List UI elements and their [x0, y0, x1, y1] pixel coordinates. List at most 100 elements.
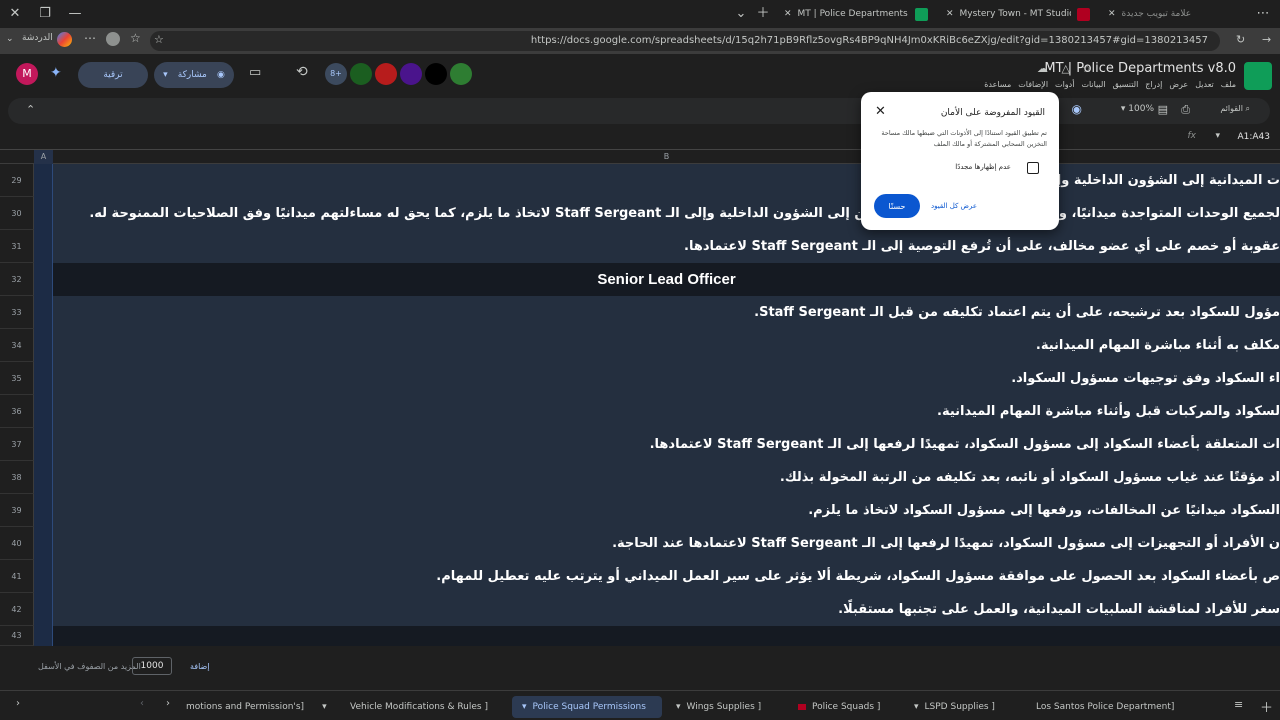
sheet-tab-police-squads[interactable]: Police Squads ] — [788, 696, 900, 718]
omnibox[interactable]: ☆ https://docs.google.com/spreadsheets/d… — [150, 31, 1220, 51]
cell-a[interactable] — [34, 263, 53, 296]
row-number[interactable]: 41 — [0, 560, 34, 593]
sheet-tab-police-squad-permissions[interactable]: ▾ Police Squad Permissions — [512, 696, 662, 718]
cell-b[interactable]: لسكواد والمركبات قبل وأثناء مباشرة المها… — [53, 395, 1280, 428]
view-mode-icon[interactable]: ◉ — [1072, 102, 1082, 116]
row-number[interactable]: 40 — [0, 527, 34, 560]
row-number[interactable]: 30 — [0, 197, 34, 230]
cell-a[interactable] — [34, 329, 53, 362]
row-number[interactable]: 33 — [0, 296, 34, 329]
browser-tab-mystery-town[interactable]: ✕ Mystery Town - MT Studios | MTRP — [938, 2, 1098, 26]
document-title[interactable]: MT | Police Departments v8.0 — [1044, 61, 1236, 76]
browser-menu-icon[interactable]: ⋯ — [1252, 4, 1274, 24]
close-tab-icon[interactable]: ✕ — [784, 9, 792, 19]
chat-label[interactable]: الدردشة — [22, 33, 53, 43]
cell-a[interactable] — [34, 428, 53, 461]
cell-b[interactable]: عقوبة أو خصم على أي عضو مخالف، على أن تُ… — [53, 230, 1280, 263]
profile-icon[interactable] — [106, 32, 120, 46]
row-number[interactable]: 29 — [0, 164, 34, 197]
column-header-a[interactable]: A — [34, 150, 53, 164]
row-number[interactable]: 43 — [0, 626, 34, 646]
cell-b[interactable]: ت الميدانية إلى الشؤون الداخلية وإلى الـ — [53, 164, 1280, 197]
chevron-down-icon[interactable]: ⌄ — [6, 34, 14, 44]
cell-b[interactable]: سغر للأفراد لمناقشة السلبيات الميدانية، … — [53, 593, 1280, 626]
cell-b[interactable]: ات المتعلقة بأعضاء السكواد إلى مسؤول الس… — [53, 428, 1280, 461]
add-sheet-icon[interactable]: ＋ — [1260, 697, 1273, 716]
bookmark-star-icon[interactable]: ☆ — [154, 33, 164, 46]
back-icon[interactable]: → — [1262, 33, 1271, 46]
ok-button[interactable]: حسنًا — [874, 194, 920, 218]
cloud-status-icon[interactable]: ☁ — [1037, 62, 1048, 75]
sheet-tab-permissions[interactable]: motions and Permission's] ▾ — [176, 696, 336, 718]
cell-b[interactable]: لجميع الوحدات المتواجدة ميدانيًا، والتحق… — [53, 197, 1280, 230]
menu-view[interactable]: عرض — [1169, 80, 1188, 89]
all-sheets-icon[interactable]: ≡ — [1234, 698, 1243, 711]
row-number[interactable]: 37 — [0, 428, 34, 461]
restore-window-icon[interactable]: ❐ — [34, 4, 56, 24]
scroll-tabs-next-icon[interactable]: › — [166, 698, 170, 709]
column-header-b[interactable]: B — [53, 150, 1280, 164]
cell-b[interactable]: ص بأعضاء السكواد بعد الحصول على موافقة م… — [53, 560, 1280, 593]
add-rows-button[interactable]: إضافة — [190, 662, 210, 671]
favorites-icon[interactable]: ☆ — [130, 31, 141, 45]
row-number[interactable]: 32 — [0, 263, 34, 296]
cell-b[interactable]: مكلف به أثناء مباشرة المهام الميدانية. — [53, 329, 1280, 362]
cell-a[interactable] — [34, 362, 53, 395]
cell-b[interactable]: ن الأفراد أو التجهيزات إلى مسؤول السكواد… — [53, 527, 1280, 560]
reload-icon[interactable]: ↻ — [1236, 33, 1245, 46]
cell-a[interactable] — [34, 560, 53, 593]
cell-a[interactable] — [34, 494, 53, 527]
add-rows-count-input[interactable]: 1000 — [132, 657, 172, 675]
zoom-select[interactable]: ▾ 100% — [1121, 104, 1154, 114]
print-icon[interactable]: ⎙ — [1181, 103, 1190, 117]
chevron-down-icon[interactable]: ▾ — [1215, 131, 1220, 141]
close-tab-icon[interactable]: ✕ — [946, 9, 954, 19]
close-icon[interactable]: ✕ — [875, 104, 886, 119]
cell-a[interactable] — [34, 527, 53, 560]
menu-insert[interactable]: إدراج — [1145, 80, 1162, 89]
collapse-toolbar-icon[interactable]: ⌃ — [26, 103, 35, 116]
close-tab-icon[interactable]: ✕ — [1108, 9, 1116, 19]
browser-tab-police-departments[interactable]: ✕ MT | Police Departments v8.0 - ات — [776, 2, 936, 26]
row-number[interactable]: 34 — [0, 329, 34, 362]
minimize-window-icon[interactable]: — — [64, 4, 86, 24]
scroll-tabs-right-icon[interactable]: › — [16, 698, 20, 709]
sheets-logo-icon[interactable] — [1244, 62, 1272, 90]
cell-a[interactable] — [34, 395, 53, 428]
cell-b[interactable]: اد مؤقتًا عند غياب مسؤول السكواد أو نائب… — [53, 461, 1280, 494]
account-avatar[interactable]: M — [16, 63, 38, 85]
close-window-icon[interactable]: ✕ — [4, 4, 26, 24]
cell-a[interactable] — [34, 197, 53, 230]
tab-search-icon[interactable]: ⌄ — [730, 4, 752, 24]
cell-a[interactable] — [34, 626, 53, 646]
cell-b[interactable]: السكواد ميدانيًا عن المخالفات، ورفعها إل… — [53, 494, 1280, 527]
menu-data[interactable]: البيانات — [1081, 80, 1105, 89]
menu-tools[interactable]: أدوات — [1055, 80, 1074, 89]
share-button[interactable]: ▾ مشاركة ◉ — [154, 62, 234, 88]
collaborator-avatar[interactable] — [450, 63, 472, 85]
menu-extensions[interactable]: الإضافات — [1018, 80, 1048, 89]
row-number[interactable]: 31 — [0, 230, 34, 263]
view-all-restrictions-button[interactable]: عرض كل القيود — [931, 202, 977, 210]
row-number[interactable]: 38 — [0, 461, 34, 494]
menu-file[interactable]: ملف — [1221, 80, 1236, 89]
star-icon[interactable]: ☆ — [1082, 62, 1092, 75]
sheet-tab-lspd[interactable]: Los Santos Police Department] — [1026, 696, 1216, 718]
copilot-icon[interactable] — [57, 32, 72, 47]
cell-a[interactable] — [34, 296, 53, 329]
sheet-tab-vehicle-modifications[interactable]: Vehicle Modifications & Rules ] — [340, 696, 508, 718]
paint-format-icon[interactable]: ▤ — [1158, 103, 1168, 116]
history-icon[interactable]: ⟲ — [296, 64, 308, 80]
cell-a[interactable] — [34, 164, 53, 197]
collaborator-avatar[interactable] — [350, 63, 372, 85]
row-number[interactable]: 39 — [0, 494, 34, 527]
cell-a[interactable] — [34, 230, 53, 263]
menu-help[interactable]: مساعدة — [984, 80, 1011, 89]
browser-tab-new[interactable]: ✕ علامة تبويب جديدة — [1100, 2, 1260, 26]
cell-b[interactable] — [53, 626, 1280, 646]
sheet-tab-wings-supplies[interactable]: ▾ Wings Supplies ] — [666, 696, 784, 718]
cell-b[interactable]: Senior Lead Officer — [53, 263, 1280, 296]
scroll-tabs-left-icon[interactable]: ‹ — [140, 698, 144, 709]
cell-a[interactable] — [34, 461, 53, 494]
new-tab-icon[interactable]: ＋ — [752, 4, 774, 24]
